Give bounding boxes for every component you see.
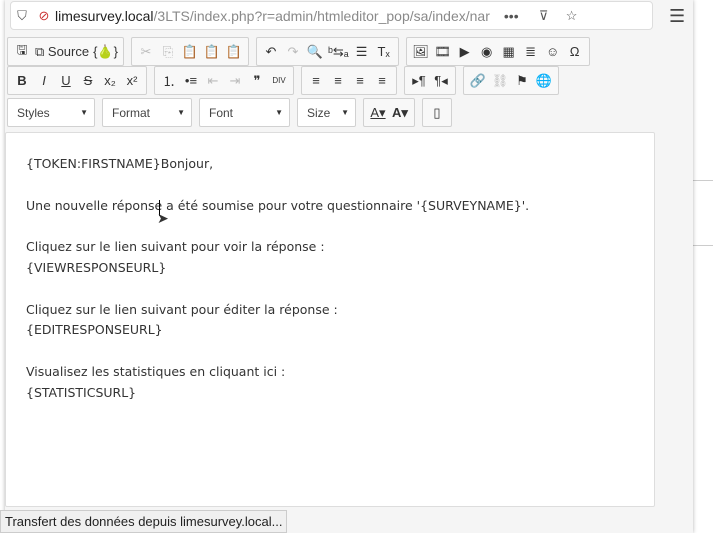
special-char-button[interactable]: Ω [564, 41, 586, 63]
redo-button[interactable]: ↷ [282, 41, 304, 63]
show-blocks-button[interactable]: ▯ [426, 102, 448, 124]
align-right-button[interactable]: ≡ [349, 70, 371, 92]
menu-icon[interactable]: ☰ [669, 6, 685, 27]
caret-down-icon: ▼ [341, 108, 349, 117]
pocket-icon[interactable]: ⊽ [533, 8, 555, 24]
content-line: Une nouvelle réponse a été soumise pour … [26, 198, 530, 213]
video-button[interactable]: ▶ [454, 41, 476, 63]
divider [693, 180, 713, 181]
page-actions-button[interactable]: ••• [504, 8, 519, 24]
content-line: Visualisez les statistiques en cliquant … [26, 364, 286, 379]
save-button[interactable]: 🖫 [11, 41, 33, 63]
templates-button[interactable]: {🍐} [91, 41, 120, 63]
outdent-button[interactable]: ⇤ [202, 70, 224, 92]
address-bar[interactable]: ⛉ ⊘ limesurvey.local/3LTS/index.php?r=ad… [10, 1, 653, 30]
italic-button[interactable]: I [33, 70, 55, 92]
undo-button[interactable]: ↶ [260, 41, 282, 63]
justify-button[interactable]: ≡ [371, 70, 393, 92]
toolbar-row-1: 🖫 ⧉ Source {🍐} ✂ ⎘ 📋 📋 📋 ↶ ↷ 🔍 ᵇ⇆ₐ ☰ Tₓ 🖼 🎞 ▶ ◉ ▦ ≣ ☺ Ω [7, 37, 590, 66]
numbered-list-button[interactable]: ⒈ [158, 70, 180, 92]
toolbar-group: 🔗 ⛓ ⚑ 🌐 [463, 66, 559, 95]
iframe-button[interactable]: ◉ [476, 41, 498, 63]
content-line: {STATISTICSURL} [26, 385, 137, 400]
font-dropdown[interactable]: Font ▼ [199, 98, 290, 127]
language-button[interactable]: 🌐 [533, 70, 555, 92]
toolbar-group: 🖼 🎞 ▶ ◉ ▦ ≣ ☺ Ω [405, 37, 590, 66]
rtl-button[interactable]: ¶◂ [430, 70, 452, 92]
image-button[interactable]: 🖼 [410, 41, 432, 63]
mouse-cursor-icon: ➤ [157, 211, 169, 227]
source-button[interactable]: ⧉ Source [33, 41, 91, 63]
styles-label: Styles [17, 105, 50, 120]
paste-button[interactable]: 📋 [179, 41, 201, 63]
format-dropdown[interactable]: Format ▼ [102, 98, 192, 127]
flash-button[interactable]: 🎞 [432, 41, 454, 63]
blocks-group: ▯ [422, 98, 452, 127]
table-button[interactable]: ▦ [498, 41, 520, 63]
replace-button[interactable]: ᵇ⇆ₐ [326, 41, 351, 63]
styles-dropdown[interactable]: Styles ▼ [7, 98, 95, 127]
select-all-button[interactable]: ☰ [351, 41, 373, 63]
font-label: Font [209, 105, 234, 120]
text-color-button[interactable]: A▾ [367, 102, 389, 124]
align-center-button[interactable]: ≡ [327, 70, 349, 92]
subscript-button[interactable]: x₂ [99, 70, 121, 92]
copy-button[interactable]: ⎘ [157, 41, 179, 63]
anchor-button[interactable]: ⚑ [511, 70, 533, 92]
paste-word-button[interactable]: 📋 [223, 41, 245, 63]
toolbar-group: 🖫 ⧉ Source {🍐} [7, 37, 124, 66]
toolbar-group: ⒈ •≡ ⇤ ⇥ ❞ DIV [154, 66, 294, 95]
toolbar-group: ↶ ↷ 🔍 ᵇ⇆ₐ ☰ Tₓ [255, 37, 399, 66]
cut-button[interactable]: ✂ [135, 41, 157, 63]
content-line: {TOKEN:FIRSTNAME}Bonjour, [26, 156, 214, 171]
unlink-button[interactable]: ⛓ [489, 70, 511, 92]
caret-down-icon: ▼ [80, 108, 88, 117]
horizontal-rule-button[interactable]: ≣ [520, 41, 542, 63]
insecure-lock-icon[interactable]: ⊘ [33, 8, 55, 24]
superscript-button[interactable]: x² [121, 70, 143, 92]
bookmark-star-icon[interactable]: ☆ [561, 8, 583, 24]
ltr-button[interactable]: ▸¶ [408, 70, 430, 92]
toolbar-row-3: Styles ▼ Format ▼ Font ▼ Size ▼ A▾ A▾ ▯ [7, 98, 452, 127]
toolbar-group: B I U Sx₂ x² [7, 66, 147, 95]
indent-button[interactable]: ⇥ [224, 70, 246, 92]
url-host: limesurvey.local [55, 7, 154, 24]
toolbar-group: ✂ ⎘ 📋 📋 📋 [130, 37, 249, 66]
toolbar-group: ▸¶ ¶◂ [404, 66, 456, 95]
smiley-button[interactable]: ☺ [542, 41, 564, 63]
bulleted-list-button[interactable]: •≡ [180, 70, 202, 92]
content-line: Cliquez sur le lien suivant pour voir la… [26, 239, 325, 254]
blockquote-button[interactable]: ❞ [246, 70, 268, 92]
size-dropdown[interactable]: Size ▼ [297, 98, 356, 127]
remove-format-button[interactable]: Tₓ [373, 41, 395, 63]
strike-button[interactable]: S [77, 70, 99, 92]
content-line: Cliquez sur le lien suivant pour éditer … [26, 302, 338, 317]
format-label: Format [112, 105, 151, 120]
url-path: /3LTS/index.php?r=admin/htmleditor_pop/s… [153, 7, 490, 24]
editor-popup-window: ⛉ ⊘ limesurvey.local/3LTS/index.php?r=ad… [5, 0, 693, 533]
div-button[interactable]: DIV [268, 70, 290, 92]
shield-icon[interactable]: ⛉ [11, 8, 33, 24]
caret-down-icon: ▼ [177, 108, 185, 117]
size-label: Size [307, 105, 331, 120]
editor-content[interactable]: {TOKEN:FIRSTNAME}Bonjour, Une nouvelle r… [5, 132, 655, 507]
caret-down-icon: ▼ [275, 108, 283, 117]
toolbar-group: ≡ ≡ ≡ ≡ [301, 66, 397, 95]
align-left-button[interactable]: ≡ [305, 70, 327, 92]
status-bar: Transfert des données depuis limesurvey.… [0, 510, 288, 533]
background-color-button[interactable]: A▾ [389, 102, 411, 124]
color-group: A▾ A▾ [363, 98, 415, 127]
link-button[interactable]: 🔗 [467, 70, 489, 92]
find-button[interactable]: 🔍 [304, 41, 326, 63]
divider [693, 245, 713, 246]
toolbar-row-2: B I U Sx₂ x² ⒈ •≡ ⇤ ⇥ ❞ DIV ≡ ≡ ≡ ≡ ▸¶ ¶◂ 🔗 ⛓ ⚑ 🌐 [7, 66, 559, 95]
underline-button[interactable]: U [55, 70, 77, 92]
bold-button[interactable]: B [11, 70, 33, 92]
paste-text-button[interactable]: 📋 [201, 41, 223, 63]
content-line: {VIEWRESPONSEURL} [26, 260, 167, 275]
content-line: {EDITRESPONSEURL} [26, 322, 163, 337]
